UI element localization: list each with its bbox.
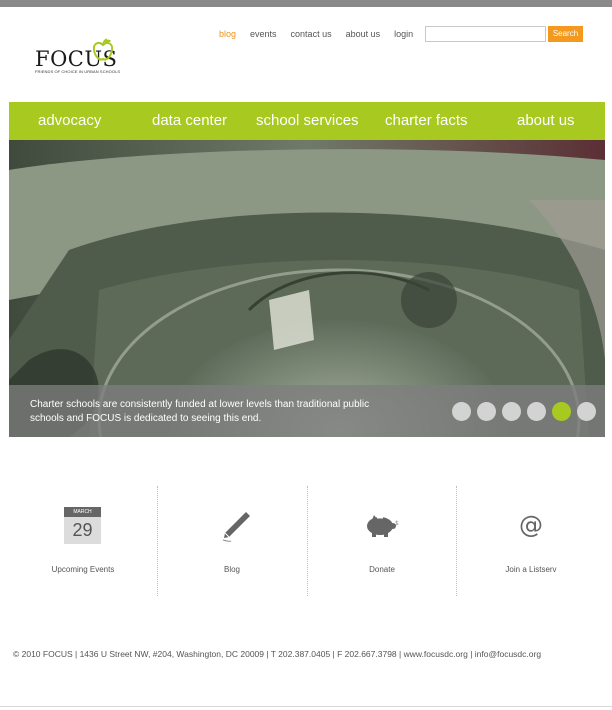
slide-dot-6[interactable] [577, 402, 596, 421]
slide-dot-2[interactable] [477, 402, 496, 421]
nav-link-events[interactable]: events [250, 28, 277, 40]
logo-tagline: FRIENDS OF CHOICE IN URBAN SCHOOLS [35, 69, 121, 74]
apple-icon [92, 38, 114, 61]
hero-slideshow[interactable]: Charter schools are consistently funded … [9, 140, 605, 437]
nav-link-blog[interactable]: blog [219, 28, 236, 40]
slide-dot-3[interactable] [502, 402, 521, 421]
nav-link-login[interactable]: login [394, 28, 413, 40]
main-nav-about-us[interactable]: about us [517, 102, 575, 140]
slide-dot-1[interactable] [452, 402, 471, 421]
main-nav-advocacy[interactable]: advocacy [38, 102, 101, 140]
search-button[interactable]: Search [548, 26, 583, 42]
hero-caption-bar: Charter schools are consistently funded … [9, 385, 605, 437]
main-nav-charter-facts[interactable]: charter facts [385, 102, 468, 140]
feature-blog[interactable]: Blog [157, 486, 307, 596]
at-sign-icon: @ [519, 511, 543, 539]
slide-indicators [452, 402, 596, 421]
nav-link-contact-us[interactable]: contact us [291, 28, 332, 40]
feature-label-join-listserv: Join a Listserv [505, 565, 557, 574]
slide-dot-4[interactable] [527, 402, 546, 421]
main-nav-school-services[interactable]: school services [256, 102, 359, 140]
bottom-divider [0, 706, 612, 707]
piggy-bank-icon: $ [367, 515, 399, 537]
footer-contact-line: © 2010 FOCUS | 1436 U Street NW, #204, W… [13, 649, 542, 659]
feature-label-upcoming-events: Upcoming Events [51, 565, 115, 574]
main-nav-data-center[interactable]: data center [152, 102, 227, 140]
main-nav: advocacy data center school services cha… [9, 102, 605, 140]
slide-dot-5[interactable] [552, 402, 571, 421]
utility-nav: blog events contact us about us login [219, 28, 427, 40]
nav-link-about-us[interactable]: about us [346, 28, 381, 40]
feature-label-donate: Donate [369, 565, 395, 574]
calendar-day: 29 [72, 520, 93, 540]
hero-caption-text: Charter schools are consistently funded … [30, 399, 370, 424]
pen-icon [222, 512, 250, 542]
svg-text:$: $ [395, 520, 399, 527]
calendar-month: MARCH [64, 507, 101, 517]
feature-label-blog: Blog [223, 565, 240, 574]
feature-upcoming-events[interactable]: MARCH 29 Upcoming Events [8, 486, 158, 596]
focus-logo[interactable]: FOCUS FRIENDS OF CHOICE IN URBAN SCHOOLS [33, 38, 123, 76]
feature-join-listserv[interactable]: @ Join a Listserv [456, 486, 606, 596]
top-bar [0, 0, 612, 7]
calendar-icon: MARCH 29 [64, 507, 101, 544]
feature-donate[interactable]: $ Donate [307, 486, 457, 596]
svg-text:@: @ [519, 511, 543, 539]
search-input[interactable] [425, 26, 546, 42]
